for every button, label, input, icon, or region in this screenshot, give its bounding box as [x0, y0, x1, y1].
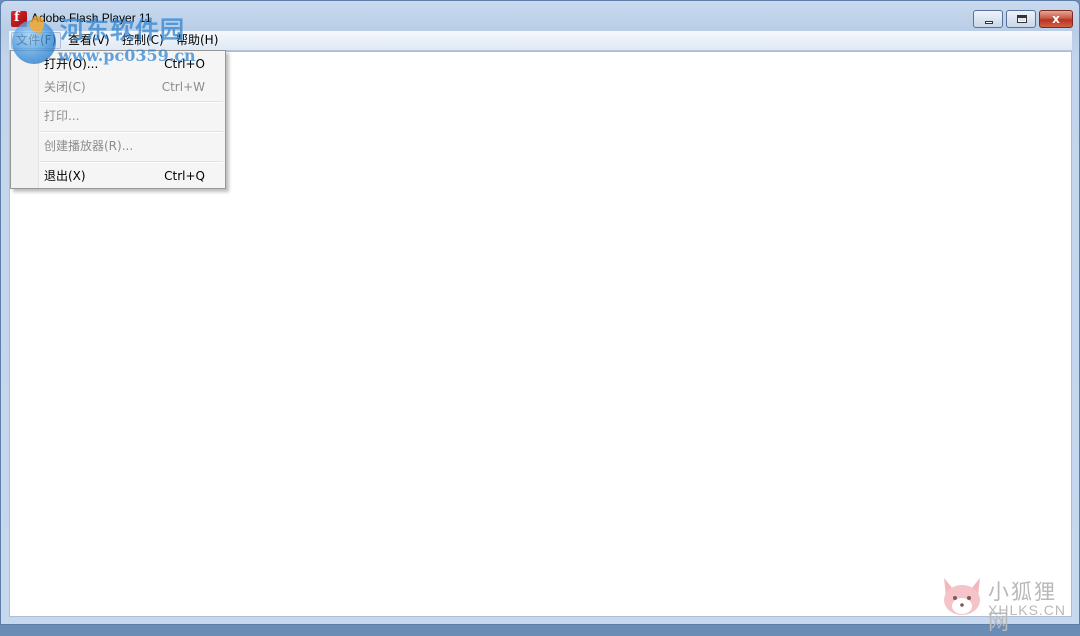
menu-item-shortcut: Ctrl+O: [164, 57, 205, 71]
menu-item-label: 创建播放器(R)...: [44, 139, 134, 153]
flash-app-icon[interactable]: f: [11, 10, 27, 27]
file-menu-dropdown: 打开(O)... Ctrl+O 关闭(C) Ctrl+W 打印... 创建播放器…: [10, 50, 226, 189]
menu-item-close[interactable]: 关闭(C) Ctrl+W: [13, 76, 221, 98]
menu-separator: [40, 101, 223, 103]
menu-control[interactable]: 控制(C): [118, 33, 168, 48]
menu-item-print[interactable]: 打印...: [13, 105, 221, 127]
maximize-button[interactable]: [1006, 10, 1036, 28]
menu-item-open[interactable]: 打开(O)... Ctrl+O: [13, 53, 221, 75]
menu-separator: [40, 131, 223, 133]
menu-item-shortcut: Ctrl+W: [161, 80, 205, 94]
close-button[interactable]: x: [1039, 10, 1073, 28]
maximize-icon: [1007, 11, 1035, 27]
close-icon: x: [1052, 12, 1060, 26]
app-window: f Adobe Flash Player 11 x 文件(F) 查看(V) 控制…: [0, 0, 1080, 625]
menu-file[interactable]: 文件(F): [11, 32, 62, 49]
minimize-icon: [974, 11, 1002, 27]
menu-item-create-projector[interactable]: 创建播放器(R)...: [13, 135, 221, 157]
minimize-button[interactable]: [973, 10, 1003, 28]
menu-item-label: 打开(O)...: [44, 57, 99, 71]
menu-item-exit[interactable]: 退出(X) Ctrl+Q: [13, 165, 221, 187]
menu-bar: 文件(F) 查看(V) 控制(C) 帮助(H): [9, 31, 1072, 51]
menu-item-label: 关闭(C): [44, 80, 86, 94]
menu-view[interactable]: 查看(V): [64, 33, 114, 48]
menu-separator: [40, 161, 223, 163]
menu-item-label: 打印...: [44, 109, 80, 123]
title-bar[interactable]: f Adobe Flash Player 11 x: [1, 1, 1079, 31]
window-title: Adobe Flash Player 11: [31, 11, 152, 25]
menu-item-label: 退出(X): [44, 169, 86, 183]
menu-item-shortcut: Ctrl+Q: [164, 169, 205, 183]
menu-help[interactable]: 帮助(H): [172, 33, 222, 48]
